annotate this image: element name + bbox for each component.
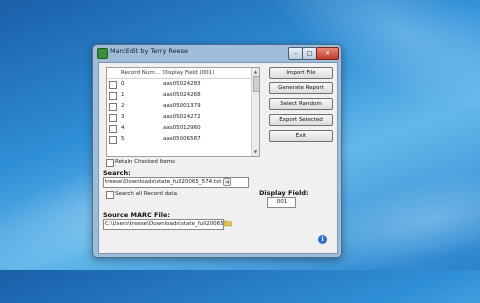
record-num: 4 (121, 125, 125, 131)
app-icon (97, 48, 108, 59)
record-num: 5 (121, 136, 125, 142)
list-item[interactable]: 2 aas05001379 (107, 101, 251, 112)
display-field-value: aas05001379 (163, 103, 201, 109)
list-item[interactable]: 1 aas05024268 (107, 90, 251, 101)
search-all-checkbox[interactable] (106, 191, 114, 199)
list-item[interactable]: 4 aas05012960 (107, 123, 251, 134)
exit-button[interactable]: Exit (269, 130, 333, 142)
list-item[interactable]: 0 aas05024283 (107, 79, 251, 90)
record-num: 2 (121, 103, 125, 109)
record-num: 1 (121, 92, 125, 98)
maximize-button[interactable]: □ (302, 47, 317, 60)
row-checkbox[interactable] (109, 136, 117, 144)
display-field-input[interactable]: 001 (267, 197, 296, 208)
generate-report-button[interactable]: Generate Report (269, 82, 333, 94)
scroll-up-icon[interactable]: ▲ (253, 69, 258, 75)
display-field-value: aas05024272 (163, 114, 201, 120)
display-field-value: aas05024283 (163, 81, 201, 87)
list-item[interactable]: 5 aas05006587 (107, 134, 251, 145)
export-selected-button[interactable]: Export Selected (269, 114, 333, 126)
record-list[interactable]: Record Num... Display Field (001) 0 aas0… (106, 67, 260, 157)
list-item[interactable]: 3 aas05024272 (107, 112, 251, 123)
display-field-label: Display Field: (259, 189, 309, 197)
column-header-display-field[interactable]: Display Field (001) (163, 70, 214, 76)
record-num: 0 (121, 81, 125, 87)
display-field-value: aas05006587 (163, 136, 201, 142)
search-go-icon[interactable] (223, 178, 231, 186)
folder-open-icon[interactable] (224, 219, 232, 227)
column-header-record-num[interactable]: Record Num... (121, 70, 160, 76)
row-checkbox[interactable] (109, 125, 117, 133)
scroll-down-icon[interactable]: ▼ (253, 149, 258, 155)
display-field-value: aas05024268 (163, 92, 201, 98)
info-icon[interactable]: i (318, 235, 327, 244)
row-checkbox[interactable] (109, 92, 117, 100)
retain-checked-label: Retain Checked Items (115, 159, 175, 165)
marcedit-window: MarcEdit by Terry Reese – □ ✕ Record Num… (92, 44, 342, 258)
list-scrollbar[interactable]: ▲ ▼ (251, 68, 259, 156)
scrollbar-thumb[interactable] (253, 76, 259, 92)
select-random-button[interactable]: Select Random (269, 98, 333, 110)
source-marc-label: Source MARC File: (103, 211, 170, 219)
row-checkbox[interactable] (109, 114, 117, 122)
import-file-button[interactable]: Import File (269, 67, 333, 79)
row-checkbox[interactable] (109, 81, 117, 89)
retain-checked-checkbox[interactable] (106, 159, 114, 167)
row-checkbox[interactable] (109, 103, 117, 111)
search-all-label: Search all Record data (115, 191, 177, 197)
list-header: Record Num... Display Field (001) (107, 68, 251, 79)
display-field-value: aas05012960 (163, 125, 201, 131)
client-area: Record Num... Display Field (001) 0 aas0… (98, 62, 338, 254)
title-bar[interactable]: MarcEdit by Terry Reese – □ ✕ (93, 45, 341, 61)
record-num: 3 (121, 114, 125, 120)
minimize-button[interactable]: – (288, 47, 303, 60)
search-label: Search: (103, 169, 131, 177)
window-title: MarcEdit by Terry Reese (110, 47, 189, 55)
source-file-input[interactable]: C:\Users\treese\Downloads\state_full2006… (103, 219, 224, 230)
close-button[interactable]: ✕ (316, 47, 339, 60)
